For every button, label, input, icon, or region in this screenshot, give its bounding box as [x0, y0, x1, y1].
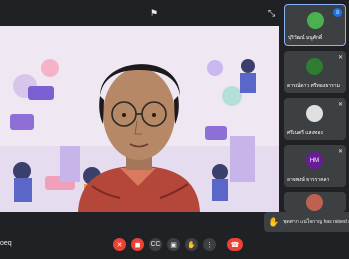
meeting-code: oeq [0, 240, 12, 247]
avatar [306, 105, 323, 122]
pin-icon[interactable]: ⚑ [150, 8, 158, 19]
captions-icon[interactable]: CC [149, 238, 162, 251]
raise-hand-icon: ✋ [268, 216, 280, 227]
camera-off-icon[interactable]: ◼ [131, 238, 144, 251]
participant-tile[interactable]: ✕ ศรีเนตรี แสงทอง [284, 98, 346, 140]
present-icon[interactable]: ▣ [167, 238, 180, 251]
avatar [307, 12, 324, 29]
more-icon[interactable]: ⋮ [203, 238, 216, 251]
participant-name: อาจพงษ์ ธารราคลา [287, 177, 330, 183]
raise-hand-icon[interactable]: ✋ [185, 238, 198, 251]
main-speaker-video [0, 26, 279, 212]
participant-name: ปุริวัฒน์ มนูศักดิ์ [288, 35, 323, 41]
speaker-video-frame [0, 26, 279, 212]
participant-name: ดารณ์ดาว ศรีทองธาราม [287, 83, 340, 89]
notification-text: พุดศาก แน่ใจกาญ has raised a hand [283, 219, 349, 225]
avatar [306, 58, 323, 75]
avatar: HM [306, 152, 323, 169]
hand-raise-notification: ✋ พุดศาก แน่ใจกาญ has raised a hand [264, 212, 349, 232]
call-controls: ✕ ◼ CC ▣ ✋ ⋮ ☎ [113, 238, 243, 251]
participant-tile[interactable]: ✕ ดารณ์ดาว ศรีทองธาราม [284, 51, 346, 93]
mic-off-icon[interactable]: ✕ [113, 238, 126, 251]
mic-active-icon: ≡ [333, 8, 342, 17]
mic-off-icon: ✕ [337, 102, 343, 108]
participant-tile[interactable]: HM ✕ อาจพงษ์ ธารราคลา [284, 145, 346, 187]
participant-tile[interactable]: ≡ ปุริวัฒน์ มนูศักดิ์ [284, 4, 346, 46]
avatar [306, 194, 323, 211]
mic-off-icon: ✕ [337, 149, 343, 155]
participant-name: ศรีเนตรี แสงทอง [287, 130, 323, 136]
end-call-icon[interactable]: ☎ [227, 238, 243, 251]
mic-off-icon: ✕ [337, 55, 343, 61]
participant-tile[interactable] [284, 192, 346, 212]
collapse-icon[interactable]: ⤡ [268, 8, 275, 19]
